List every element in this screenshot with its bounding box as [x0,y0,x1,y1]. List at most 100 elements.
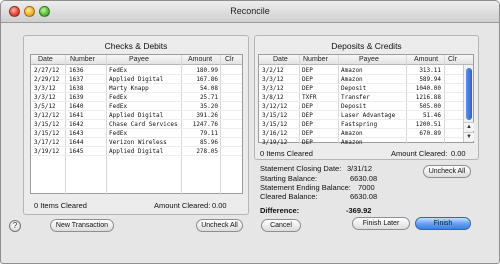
table-row[interactable]: 3/15/12 1642 Chase Card Services 1247.76 [31,120,242,129]
uncheck-all-deposits-button[interactable]: Uncheck All [423,165,471,178]
deposits-credits-panel: Deposits & Credits Date Number Payee Amo… [254,35,479,160]
col-header-payee[interactable]: Payee [129,56,149,63]
cell-payee: Amazon [341,76,363,83]
cell-payee: Deposit [341,103,367,110]
cell-date: 3/5/12 [34,103,56,110]
table-row[interactable]: 3/19/12 1645 Applied Digital 278.05 [31,147,242,156]
cell-number: 1644 [69,139,84,146]
cell-date: 3/3/12 [262,85,284,92]
cell-amount: 180.99 [196,67,218,74]
table-row[interactable]: 3/3/12 1638 Marty Knapp 54.08 [31,84,242,93]
deposits-scrollbar[interactable]: ▲ ▼ [463,65,474,142]
cell-number: 1639 [69,94,84,101]
table-row[interactable]: 3/15/12 DEP Laser Advantage 51.46 [259,111,473,120]
statement-closing-date-label: Statement Closing Date: [260,164,342,173]
checks-amount-cleared-value: 0.00 [212,201,227,210]
deposits-amount-cleared-value: 0.00 [451,149,466,158]
table-row[interactable]: 3/16/12 DEP Amazon 670.89 [259,129,473,138]
table-row[interactable]: 3/8/12 TXFR Transfer 1216.88 [259,93,473,102]
deposits-table-header: Date Number Payee Amount Clr [259,55,473,65]
cell-number: 1638 [69,85,84,92]
col-header-amount[interactable]: Amount [188,56,212,63]
table-row[interactable]: 2/27/12 1636 FedEx 180.99 [31,66,242,75]
cell-payee: Applied Digital [109,148,164,155]
table-row[interactable]: 3/19/12 DEP Amazon [259,138,473,147]
help-icon[interactable]: ? [9,220,21,232]
cell-number: TXFR [302,94,317,101]
col-header-date[interactable]: Date [273,56,288,63]
col-header-clr[interactable]: Clr [448,56,457,63]
cell-payee: FedEx [109,94,128,101]
cancel-button[interactable]: Cancel [261,219,301,232]
cell-amount: 1040.00 [415,85,441,92]
cell-payee: FedEx [109,130,128,137]
checks-items-cleared: 0 Items Cleared [34,201,87,210]
col-header-number[interactable]: Number [303,56,328,63]
cell-amount: 1200.51 [415,121,441,128]
table-row[interactable]: 3/3/12 DEP Deposit 1040.00 [259,84,473,93]
cell-payee: Applied Digital [109,112,164,119]
finish-button[interactable]: Finish [415,217,471,230]
scrollbar-thumb[interactable] [466,68,472,120]
statement-ending-balance-value[interactable]: 7000 [358,183,375,192]
cell-date: 3/17/12 [34,139,60,146]
new-transaction-button[interactable]: New Transaction [50,219,114,232]
cell-payee: Deposit [341,85,367,92]
col-header-payee[interactable]: Payee [359,56,379,63]
scroll-up-icon[interactable]: ▲ [464,122,474,131]
statement-ending-balance-label: Statement Ending Balance: [260,183,351,192]
cell-amount: 670.89 [419,130,441,137]
finish-later-button[interactable]: Finish Later [352,217,410,230]
difference-label: Difference: [260,206,300,215]
cell-amount: 167.86 [196,76,218,83]
col-header-amount[interactable]: Amount [414,56,438,63]
cell-date: 3/3/12 [262,76,284,83]
cell-number: 1645 [69,148,84,155]
table-row[interactable]: 3/15/12 1643 FedEx 79.11 [31,129,242,138]
cell-number: DEP [302,67,313,74]
table-row[interactable]: 3/2/12 DEP Amazon 313.11 [259,66,473,75]
cell-amount: 85.96 [199,139,218,146]
scroll-down-icon[interactable]: ▼ [464,132,474,141]
table-row[interactable]: 3/5/12 1640 FedEx 35.20 [31,102,242,111]
cleared-balance-label: Cleared Balance: [260,192,318,201]
table-row[interactable]: 3/17/12 1644 Verizon Wireless 85.96 [31,138,242,147]
table-row[interactable]: 3/3/12 1639 FedEx 25.71 [31,93,242,102]
col-header-number[interactable]: Number [70,56,95,63]
cell-date: 3/12/12 [262,103,288,110]
cell-number: DEP [302,139,313,146]
cell-number: 1637 [69,76,84,83]
deposits-credits-title: Deposits & Credits [331,41,402,51]
table-row[interactable]: 3/15/12 DEP Fastspring 1200.51 [259,120,473,129]
cell-date: 3/16/12 [262,130,288,137]
cell-date: 3/19/12 [262,139,288,146]
cleared-balance-value: 6630.08 [350,192,378,201]
cell-amount: 1216.88 [415,94,441,101]
cell-date: 3/15/12 [262,112,288,119]
cell-payee: Marty Knapp [109,85,149,92]
table-row[interactable]: 3/12/12 1641 Applied Digital 391.26 [31,111,242,120]
uncheck-all-checks-button[interactable]: Uncheck All [196,219,243,232]
col-header-date[interactable]: Date [38,56,53,63]
cell-number: 1642 [69,121,84,128]
starting-balance-value: 6630.08 [350,174,378,183]
table-row[interactable]: 3/3/12 DEP Amazon 589.94 [259,75,473,84]
cell-payee: Amazon [341,130,363,137]
deposits-items-cleared: 0 Items Cleared [260,149,313,158]
checks-debits-panel: Checks & Debits Date Number Payee Amount… [23,35,249,215]
cell-amount: 313.11 [419,67,441,74]
cell-amount: 25.71 [199,94,218,101]
cell-amount: 51.46 [422,112,441,119]
checks-debits-title: Checks & Debits [104,41,168,51]
cell-date: 3/12/12 [34,112,60,119]
statement-closing-date-value[interactable]: 3/31/12 [347,164,372,173]
cell-number: DEP [302,103,313,110]
cell-date: 3/3/12 [34,85,56,92]
col-header-clr[interactable]: Clr [225,56,234,63]
cell-payee: Chase Card Services [109,121,178,128]
table-row[interactable]: 3/12/12 DEP Deposit 505.00 [259,102,473,111]
cell-amount: 54.08 [199,85,218,92]
table-row[interactable]: 2/29/12 1637 Applied Digital 167.86 [31,75,242,84]
cell-payee: FedEx [109,67,128,74]
cell-amount: 505.00 [419,103,441,110]
